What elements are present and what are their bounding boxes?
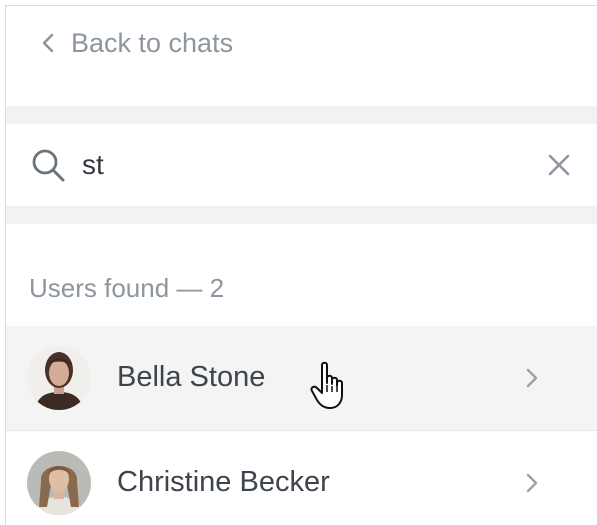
user-name: Bella Stone — [117, 361, 266, 393]
section-separator — [6, 206, 597, 224]
avatar — [27, 346, 91, 410]
user-name: Christine Becker — [117, 466, 330, 498]
user-result-row[interactable]: Bella Stone — [6, 326, 597, 430]
close-icon[interactable] — [546, 152, 572, 178]
avatar — [27, 451, 91, 515]
search-bar — [6, 124, 597, 206]
chevron-right-icon — [526, 473, 538, 493]
search-input[interactable] — [82, 142, 522, 188]
search-icon — [32, 149, 65, 182]
results-count-title: Users found — 2 — [29, 273, 225, 303]
user-result-row[interactable]: Christine Becker — [6, 431, 597, 525]
chat-search-panel: Back to chats Users found — 2 Bella Ston — [5, 5, 597, 525]
chevron-left-icon — [42, 33, 54, 53]
section-separator — [6, 106, 597, 124]
back-to-chats-link[interactable]: Back to chats — [6, 6, 597, 106]
back-to-chats-label: Back to chats — [71, 28, 234, 58]
chevron-right-icon — [526, 368, 538, 388]
